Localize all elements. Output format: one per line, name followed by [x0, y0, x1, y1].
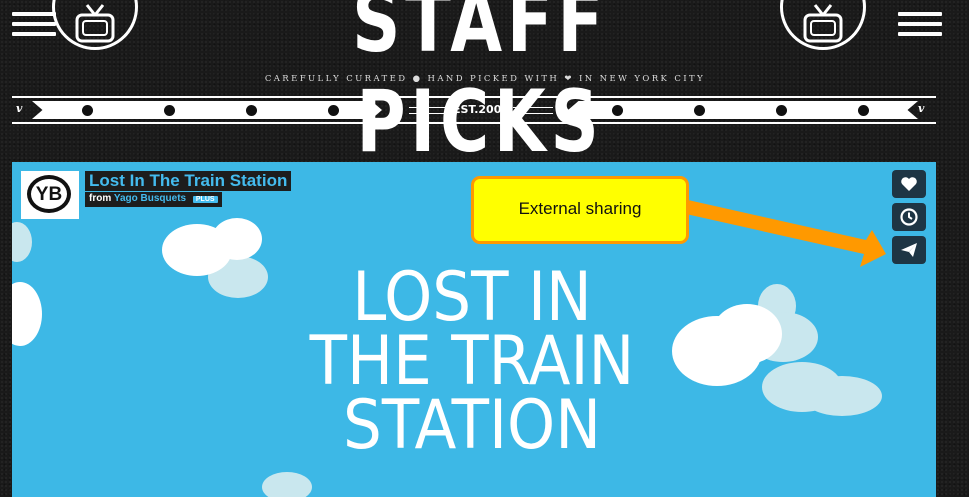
- tv-logo-right: [780, 0, 942, 52]
- page-title: STAFF PICKS: [352, 0, 608, 172]
- clock-icon: [900, 208, 918, 226]
- band-letter-right: v: [918, 102, 925, 115]
- tagline: CAREFULLY CURATED ● HAND PICKED WITH ❤ I…: [200, 74, 770, 84]
- annotation-arrow: [686, 200, 886, 267]
- speed-lines-right: [898, 12, 942, 42]
- vimeo-icon: ●: [412, 74, 423, 84]
- established-text: EST.2008: [452, 103, 510, 116]
- ribbon-left: [32, 101, 382, 119]
- like-button[interactable]: [892, 170, 926, 198]
- band-letter-left: v: [16, 102, 23, 115]
- tagline-part-2: HAND PICKED WITH: [427, 74, 560, 84]
- tagline-part-3: IN NEW YORK CITY: [578, 74, 706, 84]
- header: STAFF PICKS CAREFULLY CURATED ● HAND PIC…: [0, 0, 969, 172]
- tagline-part-1: CAREFULLY CURATED: [264, 74, 408, 84]
- speed-lines-left: [12, 12, 56, 42]
- watch-later-button[interactable]: [892, 203, 926, 231]
- established-label: EST.2008: [396, 101, 566, 119]
- share-button[interactable]: [892, 236, 926, 264]
- banner-band: v EST.2008 v: [12, 96, 936, 124]
- ribbon-right: [568, 101, 918, 119]
- tv-logo-left: [12, 0, 138, 52]
- heart-icon: ❤: [564, 74, 574, 84]
- paper-plane-icon: [901, 243, 917, 257]
- tv-icon: [780, 0, 866, 50]
- tv-icon: [52, 0, 138, 50]
- video-player[interactable]: LOST IN THE TRAIN STATION YB Lost In The…: [12, 162, 936, 497]
- heart-icon: [901, 177, 917, 191]
